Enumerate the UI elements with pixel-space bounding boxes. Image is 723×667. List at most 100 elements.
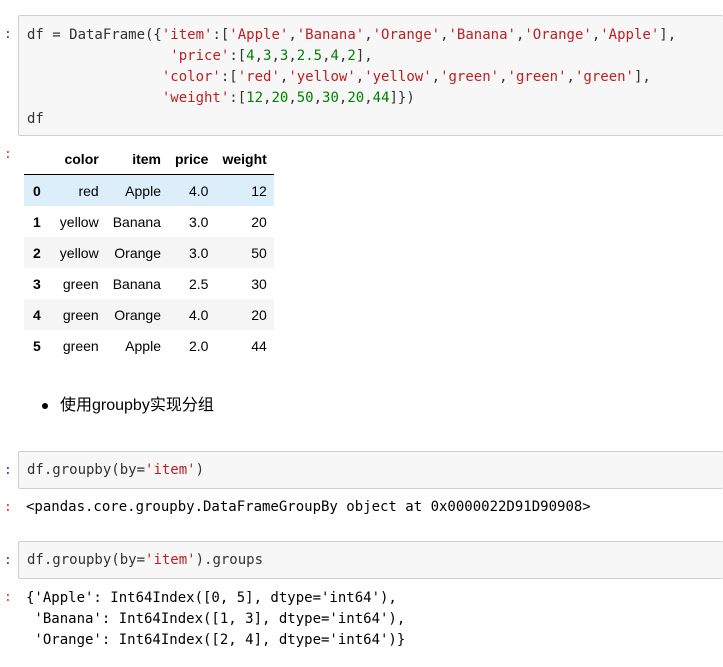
- code-string: 'Banana': [296, 27, 365, 43]
- output-prompt: :: [4, 147, 12, 162]
- code-cell-groups[interactable]: df.groupby(by='item').groups: [18, 541, 723, 579]
- table-cell: Orange: [114, 244, 161, 261]
- code-number: 12: [246, 90, 264, 106]
- table-cell: 20: [251, 213, 267, 230]
- cell-output: <pandas.core.groupby.DataFrameGroupBy ob…: [26, 499, 591, 515]
- table-header-row: color item price weight: [24, 144, 274, 175]
- table-cell: Banana: [112, 275, 161, 292]
- bullet-text: 使用groupby实现分组: [60, 397, 214, 414]
- code-string: 'weight': [161, 90, 230, 106]
- row-index: 5: [33, 337, 41, 354]
- table-cell: 3.0: [188, 213, 209, 230]
- code-line: df.groupby(by='item'): [27, 462, 204, 478]
- code-string: 'Orange': [372, 27, 441, 43]
- code-token: ,: [254, 48, 264, 64]
- code-token: :[: [229, 48, 247, 64]
- code-string: 'yellow': [364, 69, 432, 85]
- markdown-bullet: 使用groupby实现分组: [42, 391, 214, 415]
- code-number: 30: [322, 90, 339, 106]
- table-cell: yellow: [59, 213, 99, 230]
- table-cell: Apple: [125, 337, 161, 354]
- code-string: 'green': [574, 69, 634, 85]
- code-line: 'weight':[12,20,50,30,20,44]}): [27, 90, 415, 106]
- code-number: 2.5: [296, 48, 323, 64]
- code-token: ,: [313, 90, 323, 106]
- code-number: 20: [271, 90, 289, 106]
- code-string: 'red': [237, 69, 280, 85]
- code-number: 50: [296, 90, 314, 106]
- code-token: ,: [364, 90, 373, 106]
- table-row: 3 green Banana 2.5 30: [24, 268, 274, 299]
- code-line: df = DataFrame({'item':['Apple','Banana'…: [27, 27, 676, 43]
- table-row: 2 yellow Orange 3.0 50: [24, 237, 274, 268]
- code-string: 'price': [170, 48, 230, 64]
- row-index: 0: [33, 182, 41, 199]
- table-row: 5 green Apple 2.0 44: [24, 330, 274, 361]
- table-cell: Orange: [114, 306, 161, 323]
- code-number: 20: [347, 90, 365, 106]
- code-token: ).groups: [195, 552, 264, 568]
- code-token: ,: [288, 90, 297, 106]
- code-string: 'yellow': [288, 69, 356, 85]
- code-string: 'green': [440, 69, 500, 85]
- table-cell: green: [62, 275, 99, 292]
- code-token: :[: [229, 90, 247, 106]
- table-cell: yellow: [59, 244, 99, 261]
- code-token: ,: [288, 27, 297, 43]
- table-cell: 20: [251, 306, 267, 323]
- code-number: 44: [372, 90, 390, 106]
- code-string: 'item': [161, 27, 213, 43]
- code-token: :[: [212, 27, 230, 43]
- table-row: 1 yellow Banana 3.0 20: [24, 206, 274, 237]
- dataframe-table: color item price weight 0 red Apple 4.0 …: [24, 144, 274, 361]
- code-token: ]}): [389, 90, 415, 106]
- column-header: price: [167, 144, 216, 175]
- cell-output: {'Apple': Int64Index([0, 5], dtype='int6…: [26, 590, 406, 648]
- table-cell: green: [62, 337, 99, 354]
- code-editor[interactable]: df.groupby(by='item').groups: [19, 542, 723, 571]
- code-token: df.groupby(by=: [27, 552, 146, 568]
- code-token: ,: [431, 69, 441, 85]
- table-cell: 30: [251, 275, 267, 292]
- row-index: 4: [33, 306, 41, 323]
- output-prompt: :: [4, 500, 12, 515]
- code-editor[interactable]: df = DataFrame({'item':['Apple','Banana'…: [19, 16, 723, 130]
- code-token: df.groupby(by=: [27, 462, 146, 478]
- index-header: [24, 144, 53, 175]
- column-header: color: [52, 144, 106, 175]
- code-string: 'item': [145, 462, 196, 478]
- code-number: 4: [246, 48, 255, 64]
- code-cell-dataframe[interactable]: df = DataFrame({'item':['Apple','Banana'…: [18, 15, 723, 136]
- code-token: ,: [440, 27, 449, 43]
- code-token: ],: [355, 48, 373, 64]
- code-token: ,: [271, 48, 280, 64]
- code-cell-groupby[interactable]: df.groupby(by='item'): [18, 451, 723, 489]
- code-string: 'Banana': [448, 27, 516, 43]
- code-editor[interactable]: df.groupby(by='item'): [19, 452, 723, 481]
- code-token: ,: [499, 69, 508, 85]
- input-prompt: :: [4, 463, 12, 478]
- code-line: 'price':[4,3,3,2.5,4,2],: [27, 48, 373, 64]
- table-cell: 2.0: [188, 337, 209, 354]
- code-string: 'Apple': [600, 27, 660, 43]
- table-row: 0 red Apple 4.0 12: [24, 174, 274, 206]
- code-token: df = DataFrame({: [27, 27, 162, 43]
- code-string: 'Orange': [524, 27, 592, 43]
- column-header: weight: [215, 144, 274, 175]
- table-cell: 2.5: [188, 275, 209, 292]
- table-cell: green: [62, 306, 99, 323]
- code-string: 'item': [145, 552, 196, 568]
- code-token: :[: [220, 69, 238, 85]
- code-line: df.groupby(by='item').groups: [27, 552, 263, 568]
- code-token: ],: [659, 27, 677, 43]
- table-cell: 12: [251, 182, 267, 199]
- code-string: 'Apple': [229, 27, 289, 43]
- table-cell: 44: [251, 337, 267, 354]
- output-prompt: :: [4, 590, 12, 605]
- code-number: 2: [347, 48, 356, 64]
- code-number: 4: [330, 48, 339, 64]
- table-cell: Banana: [112, 213, 161, 230]
